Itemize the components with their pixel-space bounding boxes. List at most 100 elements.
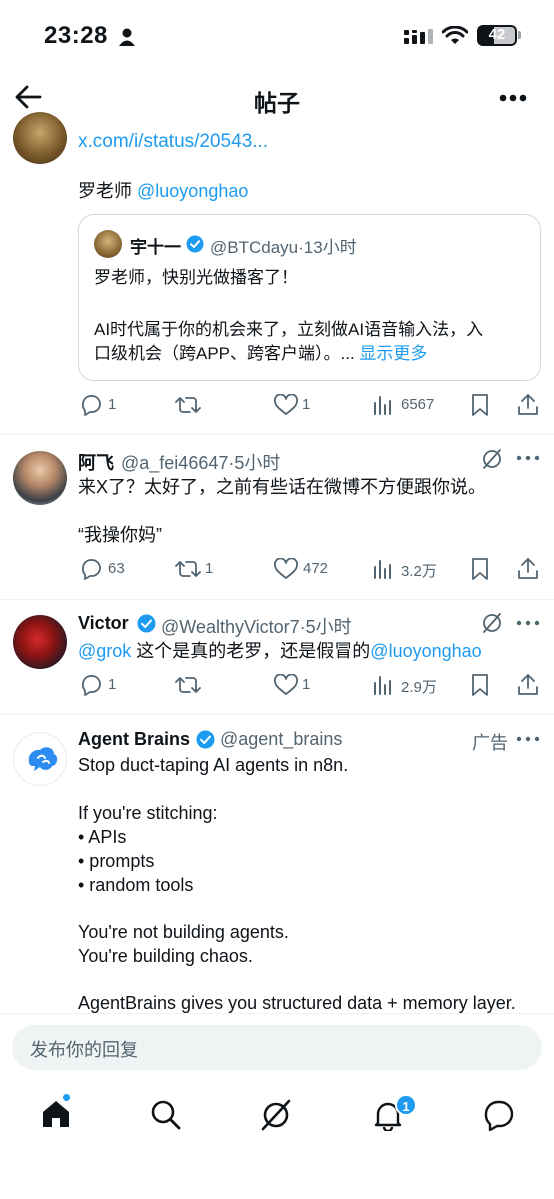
like-icon[interactable] — [273, 558, 299, 580]
tweet-text-line-2: “我操你妈” — [78, 525, 162, 545]
view-count: 6567 — [401, 396, 435, 413]
verified-badge-icon — [137, 614, 156, 633]
repost-count: 1 — [205, 560, 214, 577]
tweet-text-line-1: 来X了？太好了，之前有些话在微博不方便跟你说。 — [78, 477, 487, 497]
quote-line-2: AI时代属于你的机会来了，立刻做AI语音输入法，入 — [94, 320, 484, 339]
ad-author-name[interactable]: Agent Brains — [78, 729, 190, 750]
share-icon[interactable] — [516, 672, 540, 697]
author-handle[interactable]: @a_fei46647 — [121, 453, 228, 473]
divider — [0, 1013, 554, 1014]
ad-text-line: If you're stitching: — [78, 803, 218, 823]
mention-link[interactable]: @luoyonghao — [370, 641, 481, 661]
tweet-time: 5小时 — [234, 453, 281, 473]
wifi-icon — [442, 26, 468, 44]
ad-handle[interactable]: @agent_brains — [220, 729, 342, 750]
ad-text-line: You're not building agents. — [78, 922, 289, 942]
show-more-link[interactable]: 显示更多 — [359, 344, 427, 363]
grok-icon[interactable] — [481, 447, 503, 471]
home-icon[interactable] — [40, 1098, 72, 1130]
quote-time: 13小时 — [303, 238, 357, 257]
view-count: 3.2万 — [401, 563, 437, 580]
tweet-text-body: 这个是真的老罗，还是假冒的 — [131, 641, 371, 661]
divider — [0, 599, 554, 600]
tweet-more-icon[interactable] — [516, 454, 540, 462]
reply-count: 1 — [108, 396, 117, 413]
grok-nav-icon[interactable] — [258, 1097, 294, 1133]
share-icon[interactable] — [516, 556, 540, 581]
quote-meta: @BTCdayu·13小时 — [210, 233, 357, 258]
search-icon[interactable] — [150, 1099, 182, 1131]
bookmark-icon[interactable] — [470, 557, 490, 581]
battery-level: 42 — [488, 26, 506, 43]
tweet-meta: @a_fei46647·5小时 — [121, 449, 280, 475]
tweet-meta: @WealthyVictor7·5小时 — [161, 613, 352, 639]
like-icon[interactable] — [273, 394, 299, 416]
reply-placeholder: 发布你的回复 — [30, 1040, 138, 1060]
divider — [0, 434, 554, 435]
ad-text-line: • APIs — [78, 827, 127, 847]
avatar[interactable] — [13, 615, 67, 669]
author-name[interactable]: Victor — [78, 613, 129, 634]
reply-count: 63 — [108, 560, 125, 577]
repost-icon[interactable] — [175, 394, 201, 416]
status-time: 23:28 — [44, 22, 108, 49]
reply-to-line: 罗老师 @luoyonghao — [78, 179, 248, 203]
home-indicator-dot — [62, 1093, 71, 1102]
reply-icon[interactable] — [79, 393, 103, 417]
ad-text-line: You're building chaos. — [78, 946, 253, 966]
author-handle[interactable]: @WealthyVictor7 — [161, 617, 300, 637]
views-icon[interactable] — [373, 558, 395, 580]
repost-icon[interactable] — [175, 558, 201, 580]
mention-link[interactable]: @grok — [78, 641, 131, 661]
agent-brains-logo-icon — [28, 747, 58, 771]
like-icon[interactable] — [273, 674, 299, 696]
verified-badge-icon — [196, 730, 215, 749]
mention-link[interactable]: @luoyonghao — [137, 181, 248, 201]
notifications-badge: 1 — [395, 1094, 417, 1116]
ad-text-line: AgentBrains gives you structured data + … — [78, 993, 516, 1013]
battery-icon: 42 — [477, 25, 521, 46]
views-icon[interactable] — [373, 394, 395, 416]
divider — [0, 714, 554, 715]
quote-line-1: 罗老师，快别光做播客了！ — [94, 268, 298, 287]
tweet-text: @grok 这个是真的老罗，还是假冒的@luoyonghao — [78, 639, 482, 663]
bookmark-icon[interactable] — [470, 673, 490, 697]
signal-icon — [404, 29, 433, 44]
ad-text-line: • random tools — [78, 875, 194, 895]
ad-label: 广告 — [472, 733, 508, 753]
quote-handle: @BTCdayu — [210, 238, 299, 257]
status-bar: 23:28 42 — [0, 0, 554, 70]
more-icon[interactable] — [498, 93, 528, 103]
ad-text-line: • prompts — [78, 851, 155, 871]
quote-line-3-text: 口级机会（跨APP、跨客户端）。... — [94, 344, 355, 363]
ad-avatar[interactable] — [13, 732, 67, 786]
quote-author-name: 宇十一 — [130, 238, 181, 257]
tweet-time: 5小时 — [305, 617, 352, 637]
person-icon — [119, 28, 135, 46]
reply-icon[interactable] — [79, 557, 103, 581]
messages-icon[interactable] — [482, 1099, 516, 1131]
reply-prefix: 罗老师 — [78, 181, 132, 201]
tweet-more-icon[interactable] — [516, 619, 540, 627]
status-link[interactable]: x.com/i/status/20543... — [78, 131, 268, 153]
quote-avatar — [94, 230, 122, 258]
view-count: 2.9万 — [401, 679, 437, 696]
reply-icon[interactable] — [79, 673, 103, 697]
verified-badge-icon — [186, 235, 204, 253]
like-count: 472 — [303, 560, 329, 577]
quote-line-3: 口级机会（跨APP、跨客户端）。... 显示更多 — [94, 342, 427, 366]
page-title: 帖子 — [254, 90, 300, 116]
repost-icon[interactable] — [175, 674, 201, 696]
share-icon[interactable] — [516, 392, 540, 417]
like-count: 1 — [302, 676, 311, 693]
ad-text-line: Stop duct-taping AI agents in n8n. — [78, 755, 349, 775]
avatar[interactable] — [13, 451, 67, 505]
views-icon[interactable] — [373, 674, 395, 696]
avatar[interactable] — [13, 112, 67, 164]
grok-icon[interactable] — [481, 611, 503, 635]
bookmark-icon[interactable] — [470, 393, 490, 417]
reply-count: 1 — [108, 676, 117, 693]
ad-more-icon[interactable] — [516, 735, 540, 743]
author-name[interactable]: 阿飞 — [78, 449, 114, 475]
like-count: 1 — [302, 396, 311, 413]
